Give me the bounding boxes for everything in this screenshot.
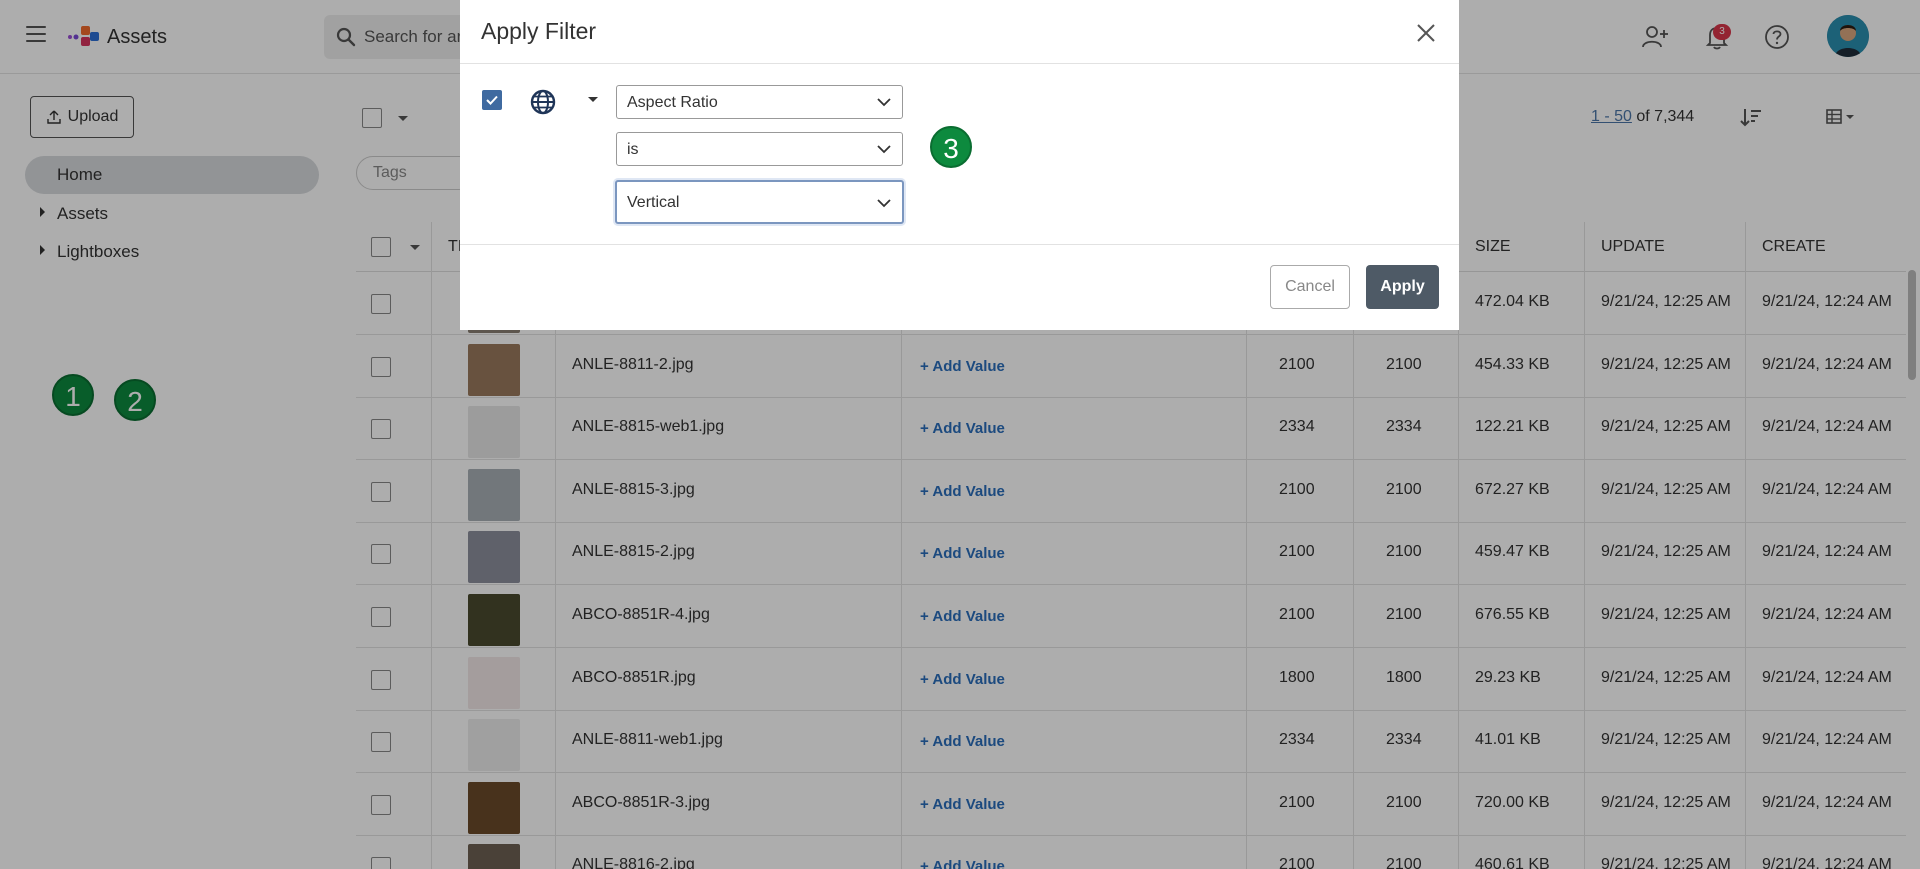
field-select[interactable]: Aspect Ratio [616,85,903,119]
apply-button[interactable]: Apply [1366,265,1439,309]
value-select-value: Vertical [627,194,680,211]
chevron-down-icon [877,199,891,208]
dialog-title: Apply Filter [481,18,597,44]
cancel-button[interactable]: Cancel [1270,265,1350,309]
scope-dropdown-caret-icon[interactable] [588,97,598,102]
chevron-down-icon [877,145,891,154]
filter-enabled-checkbox[interactable] [482,90,502,110]
chevron-down-icon [877,98,891,107]
operator-select[interactable]: is [616,132,903,166]
field-select-value: Aspect Ratio [627,94,718,111]
dialog-header: Apply Filter [460,0,1459,64]
value-select[interactable]: Vertical [615,180,904,224]
apply-filter-dialog: Apply Filter Aspect Ratio is Vertical 3 … [460,0,1459,330]
globe-icon[interactable] [529,88,557,116]
operator-select-value: is [627,141,639,158]
step-marker-3: 3 [930,126,972,168]
close-icon[interactable] [1415,22,1437,44]
checkmark-icon [486,95,498,105]
dialog-footer-divider [460,244,1459,245]
